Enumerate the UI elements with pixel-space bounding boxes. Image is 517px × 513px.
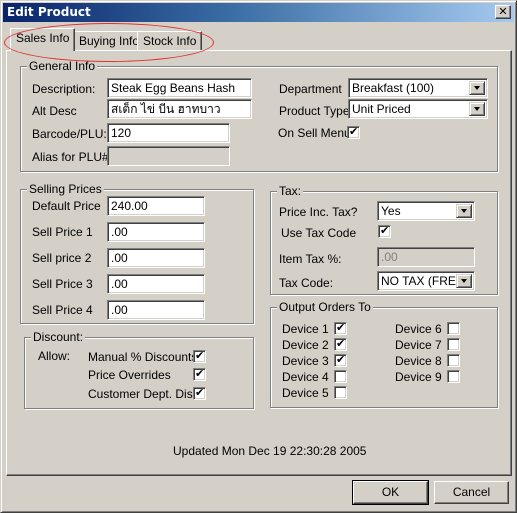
sales-info-panel: General Info Description: Steak Egg Bean…	[6, 50, 512, 476]
description-input[interactable]: Steak Egg Beans Hash	[107, 78, 252, 98]
device-2-checkbox[interactable]: ✔	[334, 337, 347, 351]
tab-label: Sales Info	[16, 31, 70, 45]
sell-price-1-label: Sell Price 1	[32, 225, 93, 239]
sell-price-3-input[interactable]: .00	[107, 274, 205, 294]
checkmark-icon: ✔	[336, 321, 346, 334]
sell-price-4-input[interactable]: .00	[107, 300, 205, 320]
tax-code-select[interactable]: NO TAX (FRE)	[377, 271, 475, 291]
device-3-label: Device 3	[282, 354, 329, 368]
barcode-label: Barcode/PLU:	[32, 127, 107, 141]
device-1-label: Device 1	[282, 322, 329, 336]
alias-label: Alias for PLU#	[32, 150, 109, 164]
cancel-button[interactable]: Cancel	[434, 481, 509, 504]
group-title: Discount:	[31, 330, 86, 344]
close-button[interactable]: ✕	[495, 5, 511, 19]
updated-status: Updated Mon Dec 19 22:30:28 2005	[173, 444, 367, 458]
customer-dept-disc-label: Customer Dept. Disc.	[88, 387, 203, 401]
device-8-label: Device 8	[395, 354, 442, 368]
alias-input[interactable]	[107, 146, 230, 166]
edit-product-dialog: Edit Product ✕ Sales Info Buying Info St…	[0, 0, 517, 513]
title-bar[interactable]: Edit Product ✕	[3, 3, 514, 22]
on-sell-menu-checkbox[interactable]: ✔	[347, 125, 360, 139]
price-overrides-label: Price Overrides	[88, 368, 171, 382]
sell-price-2-input[interactable]: .00	[107, 248, 205, 268]
device-6-checkbox[interactable]	[447, 322, 460, 335]
group-title: Output Orders To	[277, 300, 373, 314]
chevron-down-icon[interactable]	[456, 204, 472, 218]
device-4-checkbox[interactable]	[334, 370, 347, 383]
checkmark-icon: ✔	[195, 349, 205, 362]
checkmark-icon: ✔	[336, 337, 346, 350]
use-tax-code-label: Use Tax Code	[281, 226, 357, 240]
checkmark-icon: ✔	[195, 367, 205, 380]
checkmark-icon: ✔	[349, 125, 359, 138]
department-select[interactable]: Breakfast (100)	[348, 78, 488, 98]
checkmark-icon: ✔	[195, 386, 205, 399]
default-price-input[interactable]: 240.00	[107, 196, 205, 216]
window-title: Edit Product	[7, 5, 91, 19]
chevron-down-icon[interactable]	[469, 102, 485, 116]
sell-price-1-input[interactable]: .00	[107, 222, 205, 242]
use-tax-code-checkbox[interactable]: ✔	[378, 224, 391, 238]
group-title: Tax:	[277, 184, 304, 198]
device-5-checkbox[interactable]	[334, 386, 347, 399]
description-label: Description:	[32, 82, 96, 96]
device-6-label: Device 6	[395, 322, 442, 336]
ok-button[interactable]: OK	[352, 480, 429, 505]
item-tax-label: Item Tax %:	[279, 252, 342, 266]
sell-price-3-label: Sell Price 3	[32, 277, 93, 291]
tab-label: Buying Info	[79, 34, 140, 48]
customer-dept-disc-checkbox[interactable]: ✔	[193, 386, 206, 400]
price-inc-tax-value: Yes	[381, 204, 401, 218]
device-1-checkbox[interactable]: ✔	[334, 321, 347, 335]
device-7-label: Device 7	[395, 338, 442, 352]
device-2-label: Device 2	[282, 338, 329, 352]
allow-label: Allow:	[38, 349, 71, 363]
sell-price-4-label: Sell Price 4	[32, 303, 93, 317]
default-price-label: Default Price	[32, 199, 101, 213]
tab-stock-info[interactable]: Stock Info	[137, 31, 203, 51]
tab-buying-info[interactable]: Buying Info	[73, 31, 146, 51]
tax-code-value: NO TAX (FRE)	[381, 274, 460, 288]
device-9-label: Device 9	[395, 370, 442, 384]
alt-desc-label: Alt Desc	[32, 104, 77, 118]
tax-code-label: Tax Code:	[279, 276, 334, 290]
group-title: Selling Prices	[27, 182, 104, 196]
sell-price-2-label: Sell price 2	[32, 251, 92, 265]
alt-desc-input[interactable]: สเต็ก ไข่ บีน ฮาทบาว	[107, 99, 252, 119]
checkmark-icon: ✔	[336, 353, 346, 366]
device-3-checkbox[interactable]: ✔	[334, 353, 347, 367]
price-overrides-checkbox[interactable]: ✔	[193, 367, 206, 381]
price-inc-tax-label: Price Inc. Tax?	[279, 205, 358, 219]
product-type-value: Unit Priced	[352, 102, 411, 116]
device-8-checkbox[interactable]	[447, 354, 460, 367]
barcode-input[interactable]: 120	[107, 123, 230, 143]
manual-discounts-checkbox[interactable]: ✔	[193, 349, 206, 363]
product-type-label: Product Type	[279, 104, 350, 118]
chevron-down-icon[interactable]	[456, 274, 472, 288]
device-9-checkbox[interactable]	[447, 370, 460, 383]
item-tax-input[interactable]: .00	[377, 247, 475, 267]
department-label: Department	[279, 82, 342, 96]
device-4-label: Device 4	[282, 370, 329, 384]
close-icon: ✕	[498, 5, 508, 18]
manual-discounts-label: Manual % Discounts	[88, 350, 198, 364]
product-type-select[interactable]: Unit Priced	[348, 99, 488, 119]
price-inc-tax-select[interactable]: Yes	[377, 201, 475, 221]
chevron-down-icon[interactable]	[469, 81, 485, 95]
on-sell-menu-label: On Sell Menu	[278, 126, 351, 140]
device-5-label: Device 5	[282, 386, 329, 400]
tab-label: Stock Info	[143, 34, 197, 48]
checkmark-icon: ✔	[380, 224, 390, 237]
device-7-checkbox[interactable]	[447, 338, 460, 351]
tab-sales-info[interactable]: Sales Info	[10, 28, 76, 51]
department-value: Breakfast (100)	[352, 81, 435, 95]
group-title: General Info	[27, 59, 98, 73]
